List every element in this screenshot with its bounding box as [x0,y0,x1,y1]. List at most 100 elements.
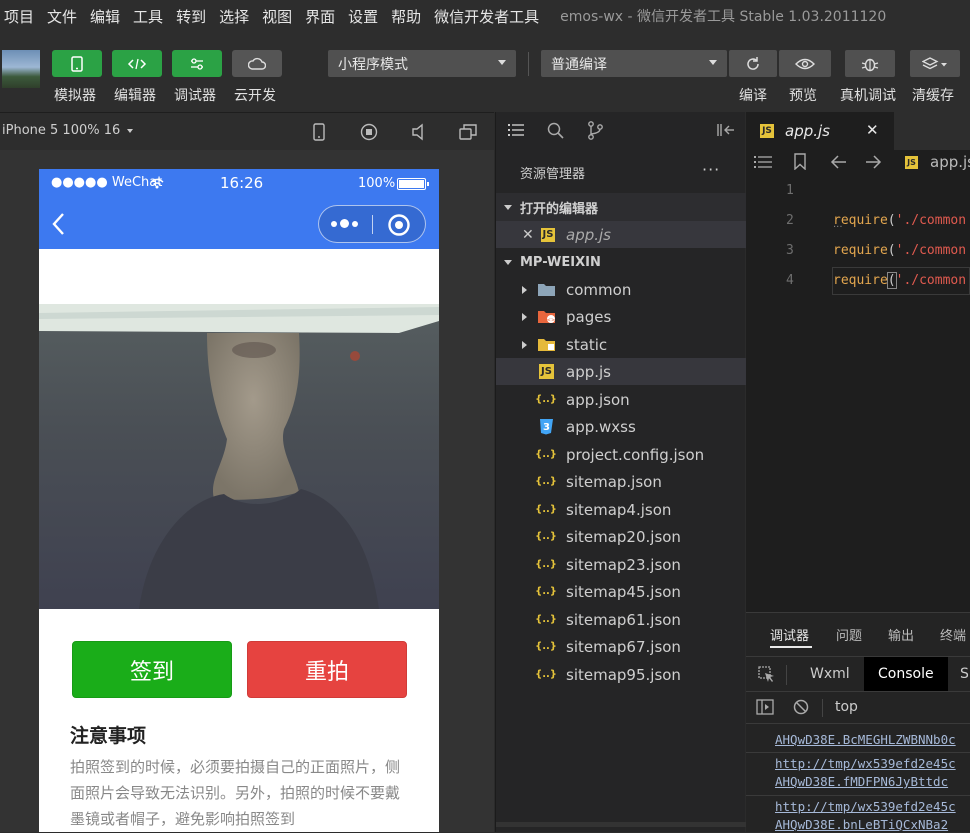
close-icon[interactable]: ✕ [522,227,534,243]
code-line[interactable]: require('./common [833,213,966,228]
breadcrumb-file[interactable]: app.js [930,153,970,171]
sidebar-toggle-icon[interactable] [756,699,774,715]
inspect-element-icon[interactable] [758,666,775,683]
close-miniprogram-icon[interactable] [387,213,411,237]
menu-interface[interactable]: 界面 [305,6,335,27]
compile-button[interactable] [729,50,777,77]
file-sitemap4-json[interactable]: {..} sitemap4.json [496,496,746,523]
editor-label: 编辑器 [114,88,156,104]
remote-debug-button[interactable] [845,50,895,77]
mode-select[interactable]: 小程序模式 [328,50,516,77]
back-arrow-icon[interactable] [51,212,65,236]
code-line[interactable]: require('./common [833,272,966,289]
cloud-dev-button[interactable] [232,50,282,77]
folder-common[interactable]: common [496,276,746,303]
file-app-json[interactable]: {..} app.json [496,386,746,413]
js-file-icon: JS [760,124,774,138]
explorer-more-button[interactable]: ··· [702,160,720,179]
project-section[interactable]: MP-WEIXIN [496,248,746,276]
simulator-button[interactable] [52,50,102,77]
more-dots-icon[interactable] [331,219,361,229]
folder-static[interactable]: static [496,331,746,358]
file-sitemap45-json[interactable]: {..} sitemap45.json [496,578,746,605]
devtools-toolbar: Wxml Console S [746,656,970,692]
battery-tip [427,182,429,186]
menu-project[interactable]: 项目 [4,6,34,27]
retake-button[interactable]: 重拍 [247,641,407,698]
file-name: project.config.json [566,445,705,464]
preview-button[interactable] [779,50,831,77]
log-link[interactable]: AHQwD38E.BcMEGHLZWBNNb0c [775,732,956,747]
collapse-panel-icon[interactable] [717,123,735,137]
menu-tools[interactable]: 工具 [133,6,163,27]
compile-select[interactable]: 普通编译 [541,50,727,77]
device-select[interactable]: iPhone 5 100% 16 [2,123,134,138]
file-sitemap95-json[interactable]: {..} sitemap95.json [496,661,746,688]
file-sitemap20-json[interactable]: {..} sitemap20.json [496,523,746,550]
detach-window-icon[interactable] [459,123,478,141]
record-icon[interactable] [360,123,378,141]
avatar[interactable] [2,50,40,88]
file-sitemap61-json[interactable]: {..} sitemap61.json [496,606,746,633]
tab-output[interactable]: 输出 [888,625,914,644]
arrow-right-icon[interactable] [865,155,882,169]
tab-problems[interactable]: 问题 [836,625,862,644]
menu-wechat-devtools[interactable]: 微信开发者工具 [434,6,539,27]
menu-edit[interactable]: 编辑 [90,6,120,27]
file-sitemap-json[interactable]: {..} sitemap.json [496,468,746,495]
debugger-label: 调试器 [174,88,216,104]
log-link[interactable]: AHQwD38E.fMDFPN6JyBttdc [775,774,948,789]
log-link[interactable]: AHQwD38E.bnLeBTiQCxNBa2 [775,817,948,832]
tab-sources[interactable]: S [960,666,969,682]
file-app-wxss[interactable]: 3 app.wxss [496,413,746,440]
toolbar-divider [822,699,823,717]
phone-icon[interactable] [312,123,326,141]
json-file-icon: {..} [535,559,557,570]
log-link[interactable]: http://tmp/wx539efd2e45c [775,799,956,814]
menu-goto[interactable]: 转到 [176,6,206,27]
file-app-js[interactable]: JS app.js [496,358,746,385]
clear-console-icon[interactable] [793,699,809,715]
editor-button[interactable] [112,50,162,77]
debugger-button[interactable] [172,50,222,77]
clear-cache-button[interactable] [910,50,960,77]
menu-file[interactable]: 文件 [47,6,77,27]
source-control-icon[interactable] [587,121,604,140]
tab-terminal[interactable]: 终端 [940,625,966,644]
menu-help[interactable]: 帮助 [391,6,421,27]
tab-console[interactable]: Console [864,657,948,691]
tab-debugger[interactable]: 调试器 [770,625,809,644]
arrow-left-icon[interactable] [830,155,847,169]
tab-wxml[interactable]: Wxml [810,666,850,682]
folder-name: pages [566,307,612,326]
context-select[interactable]: top [835,699,858,715]
explorer-scrollbar[interactable] [496,822,746,827]
menu-view[interactable]: 视图 [262,6,292,27]
outline-icon[interactable] [754,155,772,169]
console-toolbar: top [746,693,970,723]
cloud-icon [248,57,266,70]
file-name: app.json [566,390,630,409]
file-sitemap67-json[interactable]: {..} sitemap67.json [496,633,746,660]
signin-button[interactable]: 签到 [72,641,232,698]
close-tab-icon[interactable]: ✕ [866,121,879,139]
file-sitemap23-json[interactable]: {..} sitemap23.json [496,551,746,578]
device-select-value: iPhone 5 100% 16 [2,123,121,138]
editor-tab-app-js[interactable]: JS app.js ✕ [746,112,894,150]
bookmark-icon[interactable] [793,153,807,170]
list-icon[interactable] [508,123,524,137]
open-editor-item[interactable]: ✕ JS app.js [496,221,746,248]
menu-settings[interactable]: 设置 [348,6,378,27]
menu-select[interactable]: 选择 [219,6,249,27]
search-icon[interactable] [547,122,564,139]
code-line[interactable]: require('./common [833,243,966,258]
volume-icon[interactable] [411,123,427,141]
folder-pages[interactable]: <> pages [496,303,746,330]
log-link[interactable]: http://tmp/wx539efd2e45c [775,756,956,771]
clear-cache-label: 清缓存 [912,88,954,104]
file-project-config-json[interactable]: {..} project.config.json [496,441,746,468]
file-name: sitemap61.json [566,610,681,629]
open-editors-section[interactable]: 打开的编辑器 [496,193,746,221]
file-name: sitemap45.json [566,582,681,601]
css-file-icon: 3 [540,419,553,435]
